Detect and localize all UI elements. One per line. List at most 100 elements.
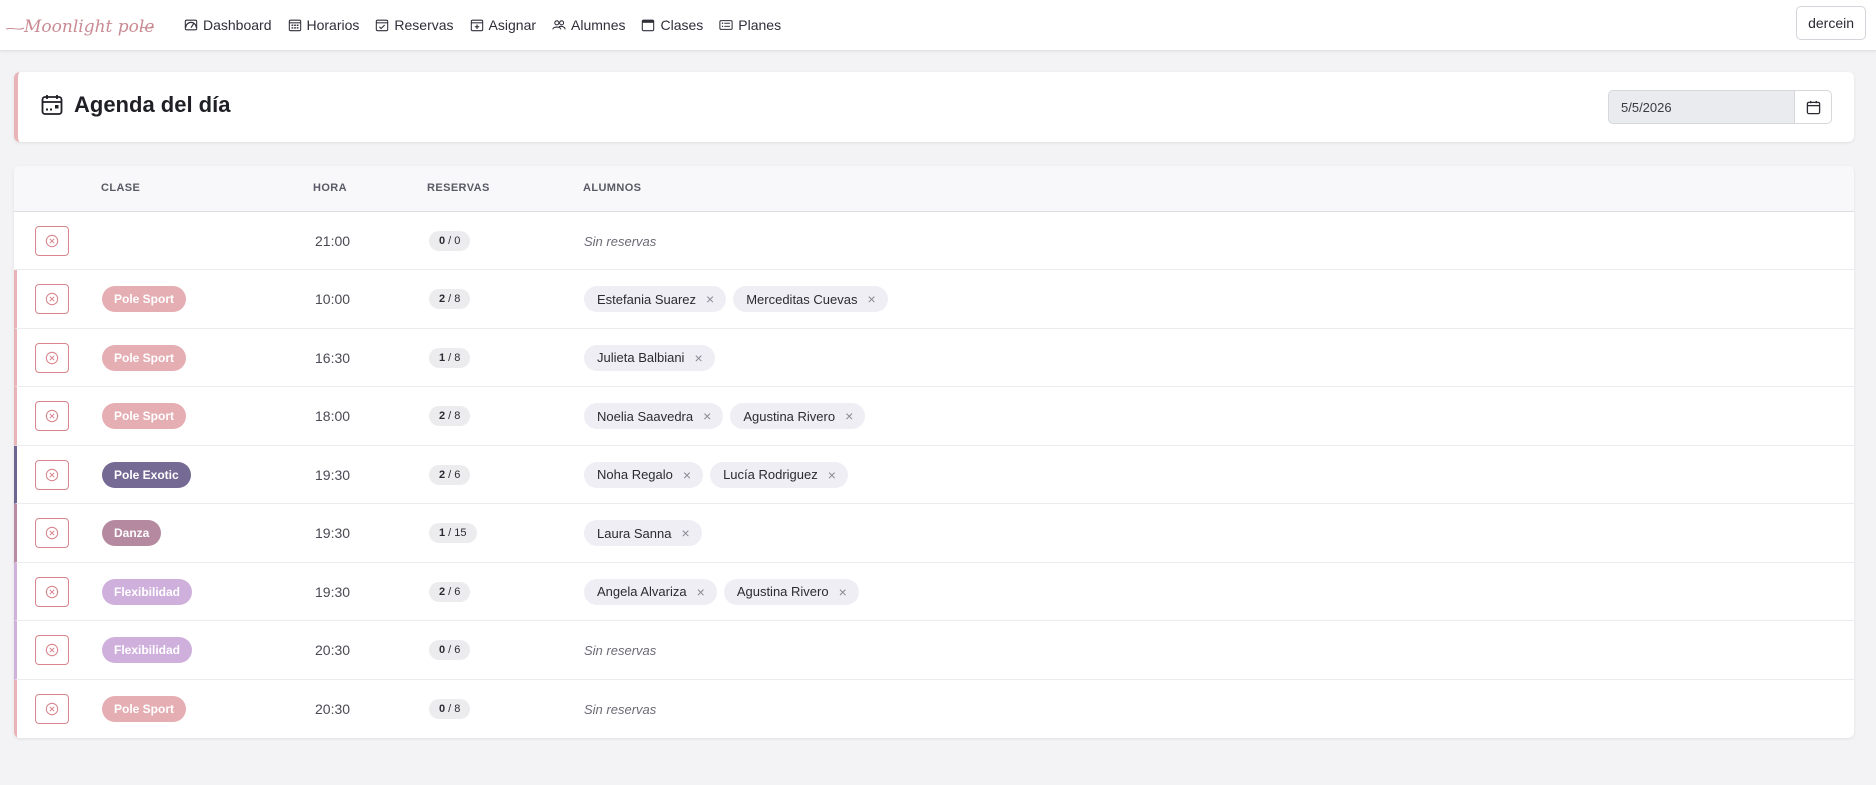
nav-item-label: Dashboard	[203, 17, 272, 33]
student-name: Julieta Balbiani	[597, 350, 685, 365]
nav-item-dashboard[interactable]: Dashboard	[184, 17, 272, 33]
page-title-text: Agenda del día	[74, 92, 231, 117]
cancel-class-button[interactable]	[35, 342, 69, 373]
date-picker-button[interactable]	[1794, 90, 1832, 124]
remove-student-icon[interactable]: ×	[845, 409, 853, 423]
table-header: CLASE HORA RESERVAS ALUMNOS	[14, 166, 1854, 212]
reservations-capacity: 6	[454, 644, 461, 656]
table-row: Pole Exotic 19:30 2 / 6 Noha Regalo × Lucía R…	[14, 445, 1854, 504]
table-row: Pole Sport 20:30 0 / 8 Sin reservas	[14, 679, 1854, 738]
reservations-separator: /	[445, 702, 455, 715]
class-time: 19:30	[315, 466, 351, 483]
table-row: Flexibilidad 19:30 2 / 6 Angela Alvariza × Ag…	[14, 562, 1854, 621]
class-badge: Flexibilidad	[102, 578, 193, 605]
main-nav: Dashboard Horarios Reservas Asignar Alumnes C…	[184, 17, 797, 33]
nav-item-asignar[interactable]: Asignar	[470, 17, 536, 33]
reservations-separator: /	[445, 235, 455, 247]
reservations-separator: /	[445, 468, 455, 481]
column-header-hora: HORA	[313, 182, 347, 194]
nav-item-label: Alumnes	[571, 17, 626, 33]
remove-student-icon[interactable]: ×	[867, 292, 875, 306]
remove-student-icon[interactable]: ×	[706, 292, 714, 306]
remove-student-icon[interactable]: ×	[839, 585, 847, 599]
reservations-capacity: 0	[454, 235, 461, 247]
cancel-class-button[interactable]	[35, 693, 69, 724]
student-name: Lucía Rodriguez	[723, 467, 818, 482]
brand-logo[interactable]: Moonlight pole	[4, 5, 154, 45]
card-list-icon	[719, 20, 733, 30]
date-picker: 5/5/2026	[1608, 90, 1832, 126]
class-badge: Pole Sport	[102, 344, 187, 371]
student-name: Agustina Rivero	[743, 408, 836, 424]
cancel-class-button[interactable]	[35, 284, 69, 314]
reservations-capacity: 8	[454, 293, 461, 305]
table-body: 21:00 0 / 0 Sin reservas Pole Sport 10:00 2 /…	[14, 212, 1854, 738]
table-row: Pole Sport 18:00 2 / 8 Noelia Saavedra × Agus…	[14, 387, 1854, 446]
cancel-class-button[interactable]	[35, 401, 69, 431]
top-navbar: Moonlight pole Dashboard Horarios Reservas…	[0, 0, 1876, 51]
nav-item-label: Horarios	[306, 17, 360, 33]
reservations-separator: /	[445, 293, 455, 305]
student-chip: Merceditas Cuevas ×	[733, 286, 888, 312]
x-circle-icon	[45, 234, 59, 248]
cancel-class-button[interactable]	[35, 576, 69, 607]
nav-item-clases[interactable]: Clases	[641, 17, 703, 33]
no-reservations-text: Sin reservas	[584, 234, 657, 249]
class-time: 20:30	[315, 642, 351, 658]
student-list: Julieta Balbiani ×	[584, 344, 715, 371]
nav-item-reservas[interactable]: Reservas	[375, 17, 454, 33]
remove-student-icon[interactable]: ×	[683, 468, 691, 482]
table-row: 21:00 0 / 0 Sin reservas	[14, 212, 1854, 270]
nav-item-label: Reservas	[394, 17, 454, 33]
reservations-badge: 2 / 6	[429, 464, 471, 485]
nav-item-alumnes[interactable]: Alumnes	[552, 17, 625, 33]
calendar-grid-icon	[288, 19, 301, 32]
class-time: 21:00	[315, 233, 351, 249]
nav-item-horarios[interactable]: Horarios	[288, 17, 360, 33]
student-list: Noelia Saavedra × Agustina Rivero ×	[584, 403, 866, 429]
student-chip: Noha Regalo ×	[584, 461, 704, 488]
column-header-clase: CLASE	[101, 182, 141, 194]
class-time: 16:30	[315, 349, 351, 366]
student-chip: Estefania Suarez ×	[584, 286, 727, 312]
remove-student-icon[interactable]: ×	[703, 409, 711, 423]
x-circle-icon	[45, 526, 59, 540]
student-name: Laura Sanna	[597, 525, 672, 541]
agenda-table: CLASE HORA RESERVAS ALUMNOS 21:00 0 / 0 Si…	[14, 166, 1854, 738]
student-list: Estefania Suarez × Merceditas Cuevas ×	[584, 286, 888, 312]
reservations-capacity: 6	[454, 468, 461, 481]
class-time: 20:30	[315, 700, 351, 717]
nav-item-planes[interactable]: Planes	[719, 17, 781, 33]
date-input[interactable]: 5/5/2026	[1608, 90, 1794, 124]
student-chip: Laura Sanna ×	[584, 520, 702, 546]
remove-student-icon[interactable]: ×	[697, 585, 705, 599]
remove-student-icon[interactable]: ×	[828, 468, 836, 482]
student-chip: Noelia Saavedra ×	[584, 403, 724, 429]
user-menu-button[interactable]: dercein	[1796, 6, 1866, 40]
cancel-class-button[interactable]	[35, 226, 69, 256]
table-row: Pole Sport 10:00 2 / 8 Estefania Suarez × Mer…	[14, 270, 1854, 329]
student-chip: Julieta Balbiani ×	[584, 344, 715, 371]
x-circle-icon	[45, 351, 59, 364]
class-badge: Pole Sport	[102, 286, 187, 312]
cancel-class-button[interactable]	[35, 518, 69, 548]
reservations-separator: /	[445, 410, 455, 422]
reservations-badge: 0 / 0	[429, 231, 471, 251]
svg-text:Moonlight pole: Moonlight pole	[23, 17, 154, 37]
speedometer-icon	[184, 19, 198, 31]
page-title: Agenda del día	[40, 92, 230, 118]
student-list: Noha Regalo × Lucía Rodriguez ×	[584, 461, 848, 488]
remove-student-icon[interactable]: ×	[694, 351, 702, 365]
people-icon	[552, 20, 566, 30]
calendar-icon	[1806, 100, 1820, 114]
class-badge: Pole Sport	[102, 695, 187, 722]
reservations-capacity: 8	[454, 702, 461, 715]
reservations-capacity: 8	[454, 410, 461, 422]
cancel-class-button[interactable]	[35, 459, 69, 490]
x-circle-icon	[45, 702, 59, 715]
reservations-capacity: 15	[454, 527, 467, 539]
remove-student-icon[interactable]: ×	[681, 526, 689, 540]
reservations-badge: 0 / 6	[429, 640, 471, 660]
logo-script: Moonlight pole	[5, 17, 154, 37]
cancel-class-button[interactable]	[35, 635, 69, 665]
